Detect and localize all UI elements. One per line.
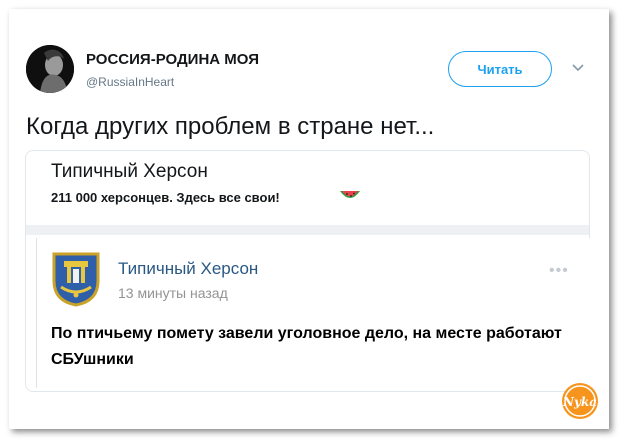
avatar-image xyxy=(26,45,74,93)
watermelon-icon xyxy=(340,191,360,198)
post-text: По птичьему помету завели уголовное дело… xyxy=(51,325,562,368)
quoted-page-description: 211 000 херсонцев. Здесь все свои! xyxy=(51,190,280,205)
kherson-coat-of-arms-icon[interactable] xyxy=(51,251,101,307)
card-separator xyxy=(26,225,589,235)
more-options-icon[interactable]: ••• xyxy=(549,262,569,280)
follow-button[interactable]: Читать xyxy=(448,51,552,87)
watermark-text: Nyka xyxy=(562,395,597,409)
author-avatar[interactable] xyxy=(26,45,74,93)
quoted-page-title: Типичный Херсон xyxy=(51,161,208,182)
post-timestamp[interactable]: 13 минуты назад xyxy=(118,285,228,301)
post-author-link[interactable]: Типичный Херсон xyxy=(118,259,258,279)
author-handle[interactable]: @RussiaInHeart xyxy=(86,75,174,89)
chevron-down-icon[interactable] xyxy=(571,63,585,73)
author-name[interactable]: РОССИЯ-РОДИНА МОЯ xyxy=(86,51,259,68)
nyka-logo-icon: Nyka xyxy=(562,383,598,419)
tweet-text: Когда других проблем в стране нет... xyxy=(26,113,435,140)
